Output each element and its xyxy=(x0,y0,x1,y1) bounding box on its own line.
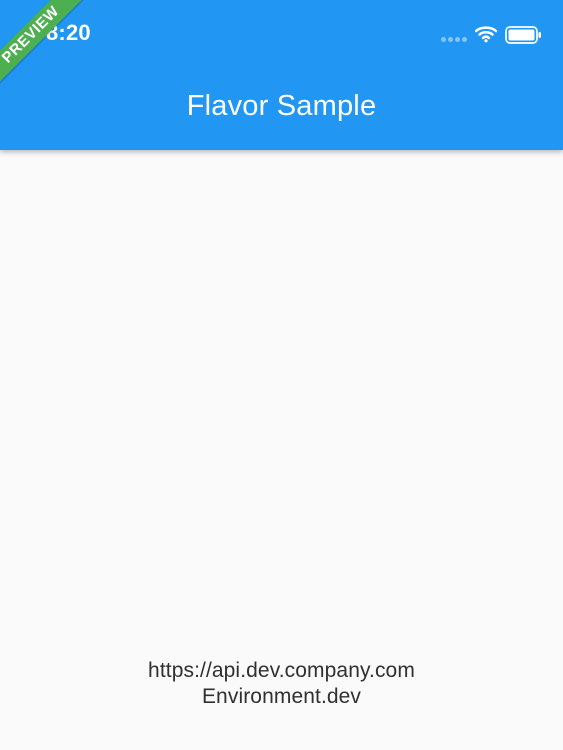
environment-text: Environment.dev xyxy=(201,685,362,708)
status-bar: 8:20 xyxy=(0,0,563,70)
wifi-icon xyxy=(475,26,497,43)
signal-dots-icon xyxy=(441,37,467,43)
page-title: Flavor Sample xyxy=(186,90,377,122)
app-bar: 8:20 Flavor Sample xyxy=(0,0,563,150)
battery-icon xyxy=(505,26,541,44)
app-screen: 8:20 Flavor Sample PREVIEW https://api.d… xyxy=(0,0,563,750)
api-url-text: https://api.dev.company.com xyxy=(148,659,415,682)
main-content: https://api.dev.company.com Environment.… xyxy=(0,150,563,750)
environment-info: https://api.dev.company.com Environment.… xyxy=(0,658,563,710)
